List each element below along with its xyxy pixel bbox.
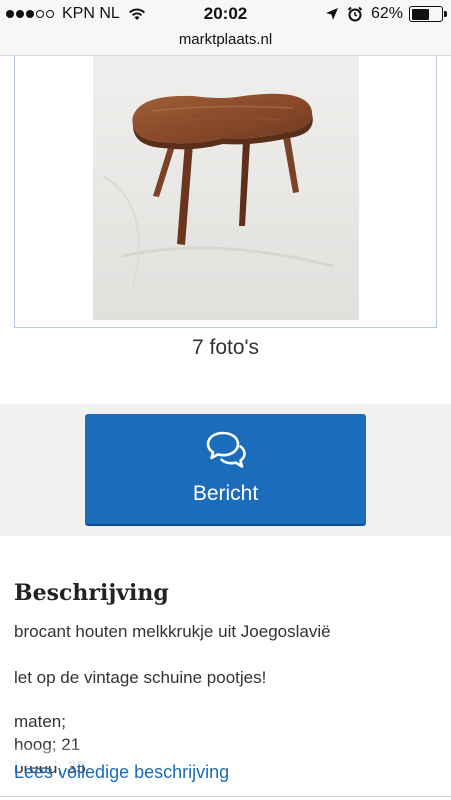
- battery-icon: [409, 6, 447, 22]
- battery-nub: [444, 11, 447, 17]
- listing-photo[interactable]: [93, 56, 359, 320]
- description-line: let op de vintage schuine pootjes!: [14, 668, 267, 687]
- stool-image: [93, 56, 359, 320]
- url-text: marktplaats.nl: [178, 31, 273, 48]
- photo-gallery[interactable]: [14, 56, 437, 328]
- description-line: brocant houten melkkrukje uit Joegoslavi…: [14, 622, 331, 641]
- status-bar-right: 62%: [325, 5, 447, 23]
- status-bar: KPN NL 20:02 62%: [0, 0, 451, 30]
- battery-percent: 62%: [370, 5, 403, 22]
- description-section: Beschrijving brocant houten melkkrukje u…: [0, 536, 451, 800]
- location-arrow-icon: [325, 8, 338, 20]
- message-button[interactable]: Bericht: [85, 414, 366, 526]
- description-title: Beschrijving: [14, 580, 169, 606]
- description-line: maten;: [14, 712, 66, 731]
- contact-section: Bericht: [0, 404, 451, 536]
- divider: [0, 796, 451, 797]
- alarm-icon: [347, 6, 363, 22]
- message-button-label: Bericht: [192, 482, 259, 505]
- address-bar[interactable]: marktplaats.nl: [0, 30, 451, 56]
- battery-level: [411, 8, 430, 20]
- photo-count[interactable]: 7 foto's: [0, 336, 451, 360]
- read-more-link[interactable]: Lees volledige beschrijving: [14, 762, 229, 783]
- chat-bubbles-icon: [206, 431, 246, 468]
